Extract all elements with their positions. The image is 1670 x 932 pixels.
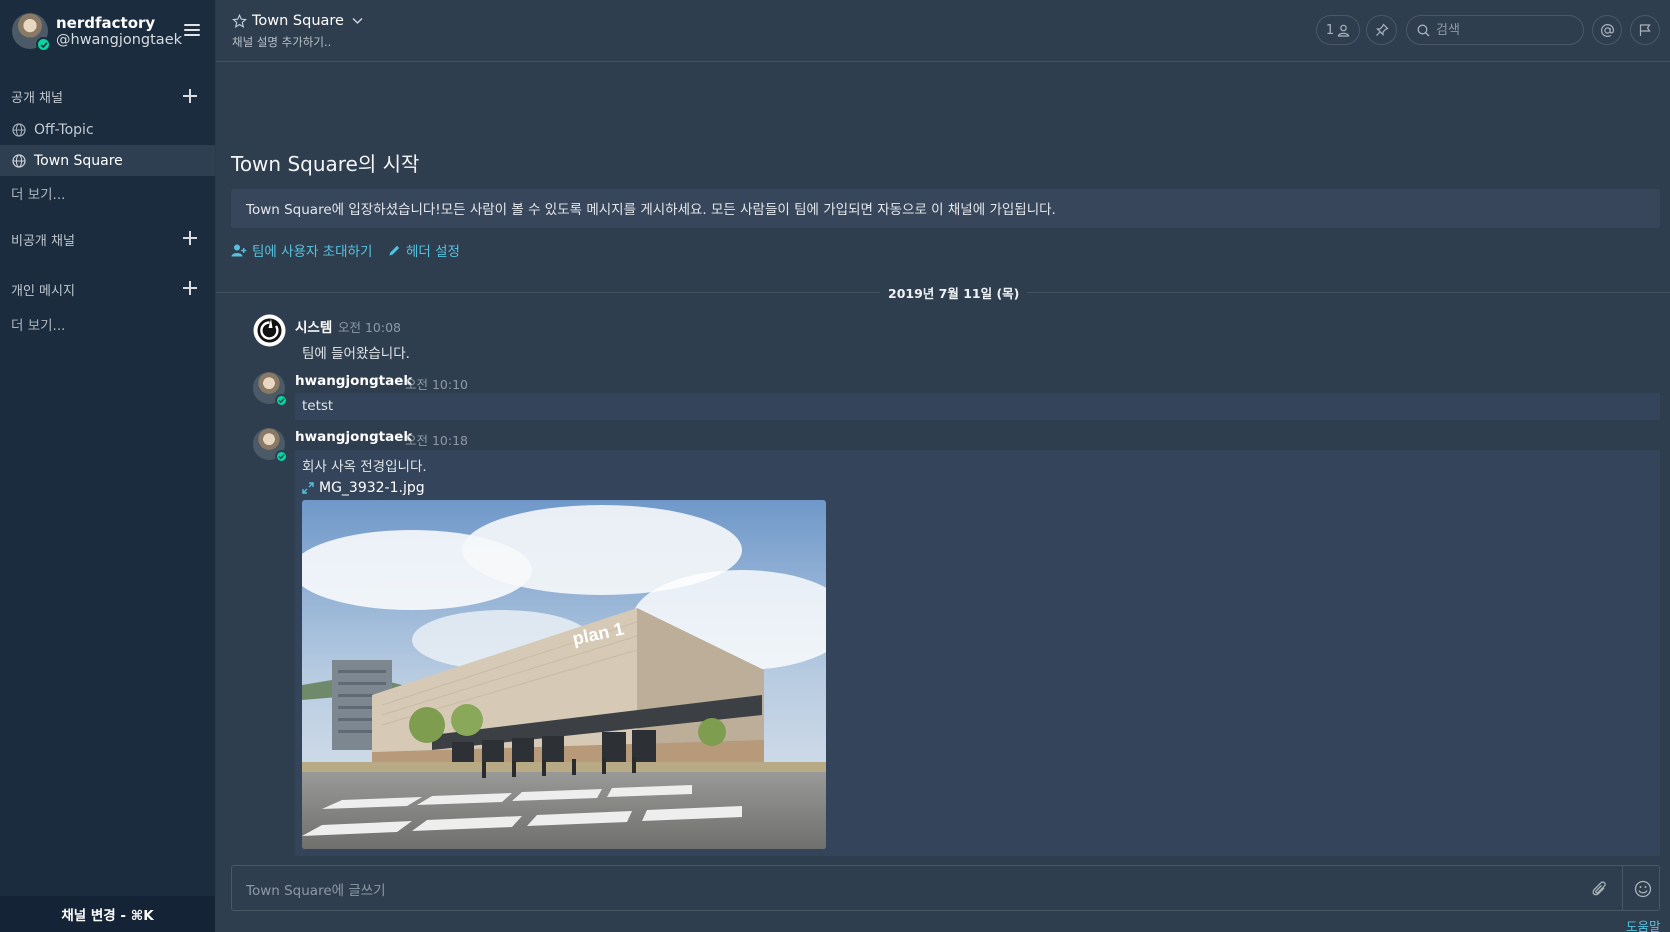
post-message: 회사 사옥 전경입니다. xyxy=(302,459,427,475)
flagged-posts-button[interactable] xyxy=(1630,15,1660,45)
channel-label: Off-Topic xyxy=(34,121,94,138)
search-icon xyxy=(1417,24,1430,36)
direct-messages-header: 개인 메시지 xyxy=(11,284,75,299)
channel-name: Town Square xyxy=(252,13,344,29)
channel-intro-text: Town Square에 입장하셨습니다!모든 사람이 볼 수 있도록 메시지를… xyxy=(231,189,1660,228)
star-icon[interactable] xyxy=(232,13,247,29)
globe-icon xyxy=(12,153,26,168)
channel-title[interactable]: Town Square xyxy=(232,13,368,29)
user-icon xyxy=(1338,24,1350,37)
set-header-label: 헤더 설정 xyxy=(406,244,460,260)
post-avatar[interactable] xyxy=(253,428,288,463)
channel-intro-title: Town Square의 시작 xyxy=(231,152,420,176)
post-avatar[interactable] xyxy=(253,372,288,407)
chevron-down-icon[interactable] xyxy=(352,17,363,25)
invite-members-label: 팀에 사용자 초대하기 xyxy=(252,244,373,260)
globe-icon xyxy=(12,122,26,137)
paperclip-icon[interactable] xyxy=(1592,880,1608,898)
post-author[interactable]: hwangjongtaek xyxy=(295,373,412,389)
set-header-link[interactable]: 헤더 설정 xyxy=(388,240,460,260)
pin-icon xyxy=(1375,23,1389,36)
online-status-icon xyxy=(275,450,288,463)
building-photo: plan 1 xyxy=(302,500,826,849)
hamburger-menu-icon[interactable] xyxy=(184,24,200,38)
search-input[interactable] xyxy=(1436,22,1576,38)
post-author[interactable]: hwangjongtaek xyxy=(295,429,412,445)
add-user-icon xyxy=(231,244,247,256)
post-timestamp[interactable]: 오전 10:08 xyxy=(338,317,401,336)
user-avatar[interactable] xyxy=(12,13,51,52)
attachment-link[interactable]: MG_3932-1.jpg xyxy=(302,480,425,496)
invite-members-link[interactable]: 팀에 사용자 초대하기 xyxy=(231,240,372,260)
sidebar-item-town-square[interactable]: Town Square xyxy=(0,145,215,176)
composer-divider xyxy=(1622,866,1623,910)
pinned-posts-button[interactable] xyxy=(1366,15,1397,45)
post-message: tetst xyxy=(302,398,334,414)
channel-description[interactable]: 채널 설명 추가하기.. xyxy=(232,34,331,50)
online-status-icon xyxy=(275,394,288,407)
post-message: 팀에 들어왔습니다. xyxy=(302,346,410,362)
flag-icon xyxy=(1639,24,1651,36)
mentions-button[interactable] xyxy=(1592,15,1622,45)
system-logo-icon xyxy=(253,314,286,347)
attachment-name: MG_3932-1.jpg xyxy=(319,480,425,496)
pencil-icon xyxy=(389,245,400,255)
post-author[interactable]: 시스템 xyxy=(295,316,332,336)
add-public-channel-button[interactable] xyxy=(182,88,198,104)
switch-channel-button[interactable]: 채널 변경 - ⌘K xyxy=(0,896,215,932)
channel-header: Town Square 채널 설명 추가하기.. 1 xyxy=(216,0,1670,62)
more-direct-messages-link[interactable]: 더 보기... xyxy=(11,314,65,334)
post-timestamp[interactable]: 오전 10:18 xyxy=(405,430,468,449)
private-channels-header: 비공개 채널 xyxy=(11,234,75,249)
public-channels-header: 공개 채널 xyxy=(11,91,63,106)
sidebar: nerdfactory @hwangjongtaek 공개 채널 Off-Top… xyxy=(0,0,216,932)
at-icon xyxy=(1600,23,1614,37)
expand-icon xyxy=(302,482,314,494)
message-input[interactable] xyxy=(246,879,1546,901)
date-separator: 2019년 7월 11일 (목) xyxy=(880,283,1028,302)
member-count-button[interactable]: 1 xyxy=(1316,15,1360,45)
emoji-icon[interactable] xyxy=(1634,880,1652,898)
member-count: 1 xyxy=(1325,22,1335,38)
help-link[interactable]: 도움말 xyxy=(1626,916,1661,932)
team-header[interactable]: nerdfactory @hwangjongtaek xyxy=(0,0,216,62)
post-timestamp[interactable]: 오전 10:10 xyxy=(405,374,468,393)
message-composer xyxy=(231,865,1660,911)
more-public-channels-link[interactable]: 더 보기... xyxy=(11,183,65,203)
username: @hwangjongtaek xyxy=(56,32,183,48)
attachment-image[interactable]: plan 1 xyxy=(302,500,826,849)
add-private-channel-button[interactable] xyxy=(182,230,198,246)
add-direct-message-button[interactable] xyxy=(182,280,198,296)
channel-label: Town Square xyxy=(34,152,123,169)
online-status-icon xyxy=(36,37,51,52)
post-highlight xyxy=(295,393,1660,420)
team-name: nerdfactory xyxy=(56,14,156,32)
sidebar-item-off-topic[interactable]: Off-Topic xyxy=(0,114,215,145)
search-box[interactable] xyxy=(1406,15,1584,45)
